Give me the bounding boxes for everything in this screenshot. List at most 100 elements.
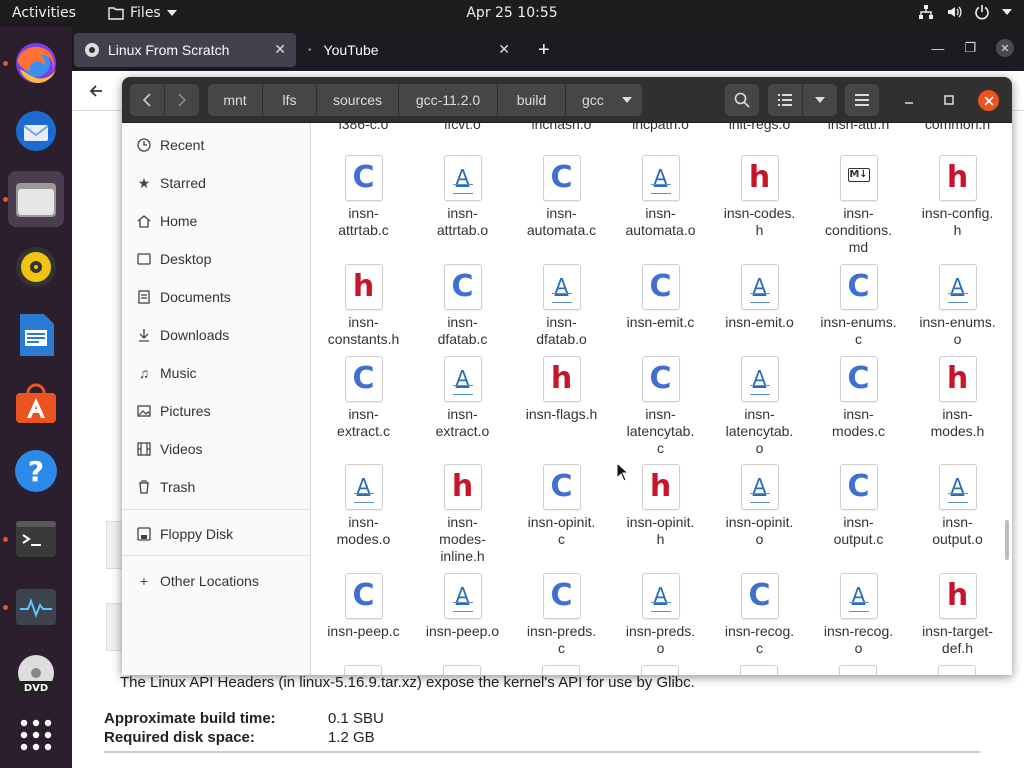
system-menu-chevron-icon[interactable]: [1002, 9, 1012, 15]
activities-button[interactable]: Activities: [12, 5, 76, 21]
file-icon[interactable]: [542, 665, 580, 675]
file-icon[interactable]: [443, 665, 481, 675]
system-monitor-icon[interactable]: [8, 579, 64, 635]
file-item[interactable]: Cinsn- output.c: [809, 464, 908, 548]
dvd-icon[interactable]: DVD: [8, 647, 64, 703]
sidebar-item-music[interactable]: ♫ Music: [122, 355, 311, 391]
back-arrow-icon[interactable]: [88, 83, 104, 99]
file-item[interactable]: Ainsn-emit.o: [710, 264, 809, 331]
breadcrumb-sources[interactable]: sources: [317, 84, 399, 116]
file-icon[interactable]: [344, 665, 382, 675]
file-icon[interactable]: [740, 665, 778, 675]
file-icon[interactable]: [641, 665, 679, 675]
sidebar-item-floppy-disk[interactable]: Floppy Disk: [122, 516, 311, 552]
sidebar-item-home[interactable]: Home: [122, 203, 311, 239]
tab-linux-from-scratch[interactable]: Linux From Scratch ✕: [74, 33, 296, 67]
files-icon[interactable]: [8, 171, 64, 227]
tab-youtube[interactable]: • YouTube ✕: [298, 33, 520, 67]
file-item[interactable]: insn-attr- common.h: [908, 123, 1007, 133]
file-item[interactable]: Cinsn- automata.c: [512, 155, 611, 239]
file-item[interactable]: Ainsn- dfatab.o: [512, 264, 611, 348]
file-item[interactable]: Cinsn-peep.c: [314, 573, 413, 640]
search-button[interactable]: [725, 84, 759, 116]
volume-icon[interactable]: [946, 4, 962, 20]
file-item[interactable]: Cinsn-enums. c: [809, 264, 908, 348]
sidebar-item-other-locations[interactable]: + Other Locations: [122, 563, 311, 599]
file-item[interactable]: insn-attr.h: [809, 123, 908, 133]
file-item[interactable]: Cinsn- latencytab. c: [611, 356, 710, 457]
file-item[interactable]: Ainsn- extract.o: [413, 356, 512, 440]
file-item[interactable]: M↓ insn- conditions. md: [809, 155, 908, 256]
file-item[interactable]: Ainsn-enums. o: [908, 264, 1007, 348]
file-icon[interactable]: [938, 665, 976, 675]
file-item[interactable]: Ainsn- latencytab. o: [710, 356, 809, 457]
app-menu-button[interactable]: Files: [108, 5, 177, 21]
sidebar-item-pictures[interactable]: Pictures: [122, 393, 311, 429]
file-item[interactable]: h insn-config. h: [908, 155, 1007, 239]
file-item[interactable]: Ainsn-peep.o: [413, 573, 512, 640]
file-item[interactable]: h insn-flags.h: [512, 356, 611, 423]
maximize-icon[interactable]: [942, 93, 956, 107]
file-item[interactable]: incpath.o: [611, 123, 710, 133]
breadcrumb-gcc[interactable]: gcc: [566, 84, 642, 116]
file-item[interactable]: h insn- modes- inline.h: [413, 464, 512, 565]
breadcrumb-build[interactable]: build: [498, 84, 566, 116]
sidebar-item-trash[interactable]: Trash: [122, 469, 311, 505]
file-item[interactable]: Ainsn- modes.o: [314, 464, 413, 548]
file-item[interactable]: Ainsn- attrtab.o: [413, 155, 512, 239]
breadcrumb-mnt[interactable]: mnt: [208, 84, 263, 116]
scrollbar[interactable]: [1005, 520, 1009, 560]
firefox-icon[interactable]: [8, 35, 64, 91]
sidebar-item-desktop[interactable]: Desktop: [122, 241, 311, 277]
back-button[interactable]: [130, 84, 164, 116]
software-center-icon[interactable]: [8, 375, 64, 431]
file-item[interactable]: Ainsn- output.o: [908, 464, 1007, 548]
help-icon[interactable]: ?: [8, 443, 64, 499]
minimize-icon[interactable]: [902, 93, 916, 107]
view-options-button[interactable]: [803, 84, 837, 116]
file-item[interactable]: ifcvt.o: [413, 123, 512, 133]
close-icon[interactable]: ✕: [996, 39, 1014, 57]
file-item[interactable]: Cinsn-recog. c: [710, 573, 809, 657]
file-item[interactable]: h insn-codes. h: [710, 155, 809, 239]
breadcrumb-lfs[interactable]: lfs: [263, 84, 317, 116]
file-icon[interactable]: [839, 665, 877, 675]
minimize-icon[interactable]: —: [931, 41, 944, 56]
maximize-icon[interactable]: ❐: [964, 40, 976, 56]
file-item[interactable]: inchash.o: [512, 123, 611, 133]
forward-button[interactable]: [165, 84, 199, 116]
show-apps-icon[interactable]: [8, 707, 64, 763]
file-item[interactable]: h insn-target- def.h: [908, 573, 1007, 657]
file-item[interactable]: i386-c.o: [314, 123, 413, 133]
file-item[interactable]: Ainsn-recog. o: [809, 573, 908, 657]
file-item[interactable]: Cinsn- attrtab.c: [314, 155, 413, 239]
thunderbird-icon[interactable]: [8, 103, 64, 159]
rhythmbox-icon[interactable]: [8, 239, 64, 295]
file-item[interactable]: Cinsn-preds. c: [512, 573, 611, 657]
power-icon[interactable]: [974, 4, 990, 20]
sidebar-item-recent[interactable]: Recent: [122, 127, 311, 163]
network-icon[interactable]: [918, 4, 934, 20]
file-item[interactable]: Ainsn-opinit. o: [710, 464, 809, 548]
file-item[interactable]: Ainsn-preds. o: [611, 573, 710, 657]
sidebar-item-downloads[interactable]: Downloads: [122, 317, 311, 353]
sidebar-item-videos[interactable]: Videos: [122, 431, 311, 467]
terminal-icon[interactable]: [8, 511, 64, 567]
new-tab-button[interactable]: +: [530, 33, 560, 67]
file-item[interactable]: h insn- constants.h: [314, 264, 413, 348]
file-item[interactable]: Cinsn-opinit. c: [512, 464, 611, 548]
sidebar-item-starred[interactable]: ★ Starred: [122, 165, 311, 201]
file-item[interactable]: Ainsn- automata.o: [611, 155, 710, 239]
file-item[interactable]: Cinsn- extract.c: [314, 356, 413, 440]
close-tab-icon[interactable]: ✕: [274, 41, 286, 58]
file-item[interactable]: Cinsn- modes.c: [809, 356, 908, 440]
libreoffice-writer-icon[interactable]: [8, 307, 64, 363]
file-item[interactable]: init-regs.o: [710, 123, 809, 133]
sidebar-item-documents[interactable]: Documents: [122, 279, 311, 315]
file-item[interactable]: Cinsn-emit.c: [611, 264, 710, 331]
menu-button[interactable]: [845, 84, 879, 116]
breadcrumb-gcc-11-2-0[interactable]: gcc-11.2.0: [399, 84, 498, 116]
close-tab-icon[interactable]: ✕: [498, 41, 510, 58]
file-item[interactable]: Cinsn- dfatab.c: [413, 264, 512, 348]
file-item[interactable]: h insn- modes.h: [908, 356, 1007, 440]
